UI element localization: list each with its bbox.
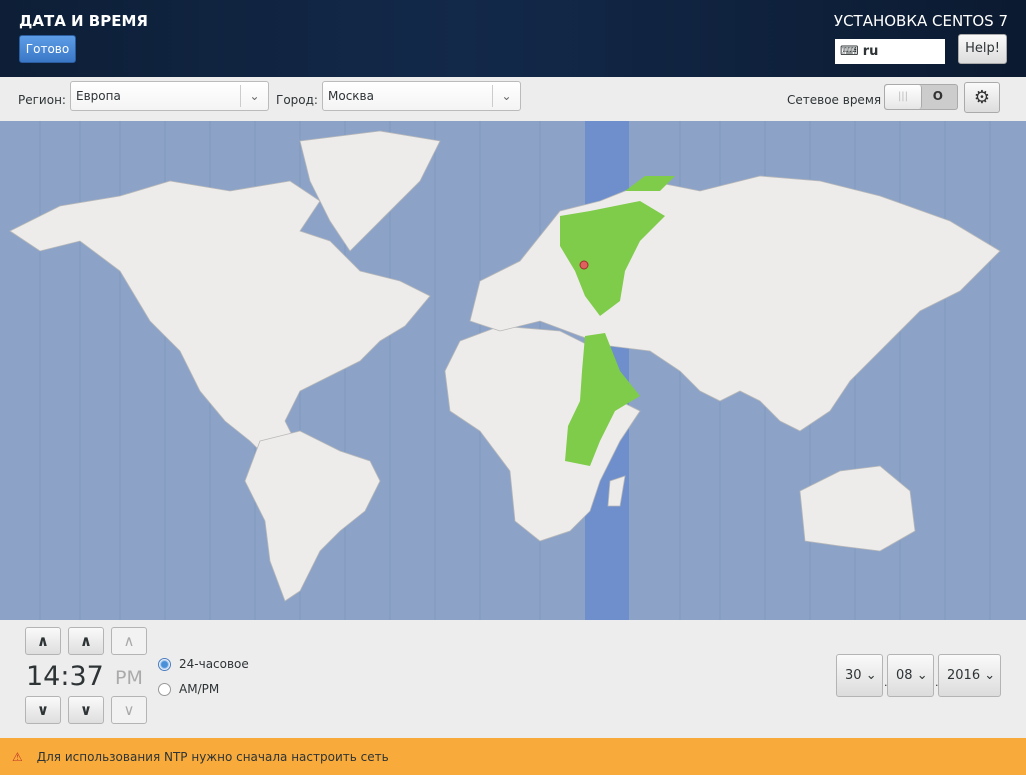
year-value: 2016: [947, 668, 981, 683]
city-marker[interactable]: [579, 260, 589, 270]
warning-bar: ⚠ Для использования NTP нужно сначала нас…: [0, 738, 1026, 775]
minute-down-button[interactable]: ∨: [68, 696, 104, 724]
done-button[interactable]: Готово: [19, 35, 76, 63]
keyboard-layout-label: ru: [862, 44, 879, 59]
city-combo[interactable]: Москва ⌄: [322, 81, 521, 111]
year-dropdown[interactable]: 2016 ⌄: [938, 654, 1001, 697]
keyboard-layout-indicator[interactable]: ⌨ ru: [835, 39, 945, 64]
chevron-down-icon: ⌄: [984, 668, 996, 683]
network-time-label: Сетевое время: [787, 93, 882, 107]
month-dropdown[interactable]: 08 ⌄: [887, 654, 934, 697]
radio-24-hour[interactable]: 24-часовое: [158, 657, 249, 671]
ntp-settings-button[interactable]: ⚙: [964, 82, 1000, 113]
keyboard-icon: ⌨: [840, 44, 859, 59]
city-value: Москва: [328, 89, 374, 103]
page-title: ДАТА И ВРЕМЯ: [19, 12, 148, 30]
toggle-off-icon: O: [932, 89, 943, 103]
header: ДАТА И ВРЕМЯ Готово УСТАНОВКА CENTOS 7 ⌨…: [0, 0, 1026, 77]
radio-label: 24-часовое: [179, 657, 249, 671]
toggle-knob[interactable]: |||: [885, 85, 922, 109]
ampm-up-button[interactable]: ∧: [111, 627, 147, 655]
toolbar: Регион: Европа ⌄ Город: Москва ⌄ Сетевое в…: [0, 77, 1026, 121]
month-value: 08: [896, 668, 913, 683]
time-display: 14:37: [26, 661, 104, 692]
help-button[interactable]: Help!: [958, 34, 1007, 64]
hour-down-button[interactable]: ∨: [25, 696, 61, 724]
region-value: Европа: [76, 89, 121, 103]
region-combo[interactable]: Европа ⌄: [70, 81, 269, 111]
ampm-display: PM: [115, 667, 143, 689]
gear-icon: ⚙: [973, 87, 991, 108]
minute-up-button[interactable]: ∧: [68, 627, 104, 655]
timezone-map[interactable]: [0, 121, 1026, 620]
chevron-down-icon: ⌄: [865, 668, 877, 683]
chevron-down-icon: ⌄: [492, 85, 520, 107]
day-value: 30: [845, 668, 862, 683]
radio-ampm[interactable]: AM/PM: [158, 682, 219, 696]
day-dropdown[interactable]: 30 ⌄: [836, 654, 883, 697]
network-time-toggle[interactable]: ||| O: [884, 84, 958, 110]
radio-button[interactable]: [158, 682, 171, 696]
radio-label: AM/PM: [179, 682, 220, 696]
warning-icon: ⚠: [12, 749, 23, 764]
city-label: Город:: [276, 93, 318, 107]
product-title: УСТАНОВКА CENTOS 7: [833, 12, 1008, 30]
chevron-down-icon: ⌄: [240, 85, 268, 107]
region-label: Регион:: [18, 93, 66, 107]
radio-button[interactable]: [158, 657, 171, 671]
warning-text: Для использования NTP нужно сначала наст…: [36, 749, 389, 764]
ampm-down-button[interactable]: ∨: [111, 696, 147, 724]
hour-up-button[interactable]: ∧: [25, 627, 61, 655]
chevron-down-icon: ⌄: [916, 668, 928, 683]
